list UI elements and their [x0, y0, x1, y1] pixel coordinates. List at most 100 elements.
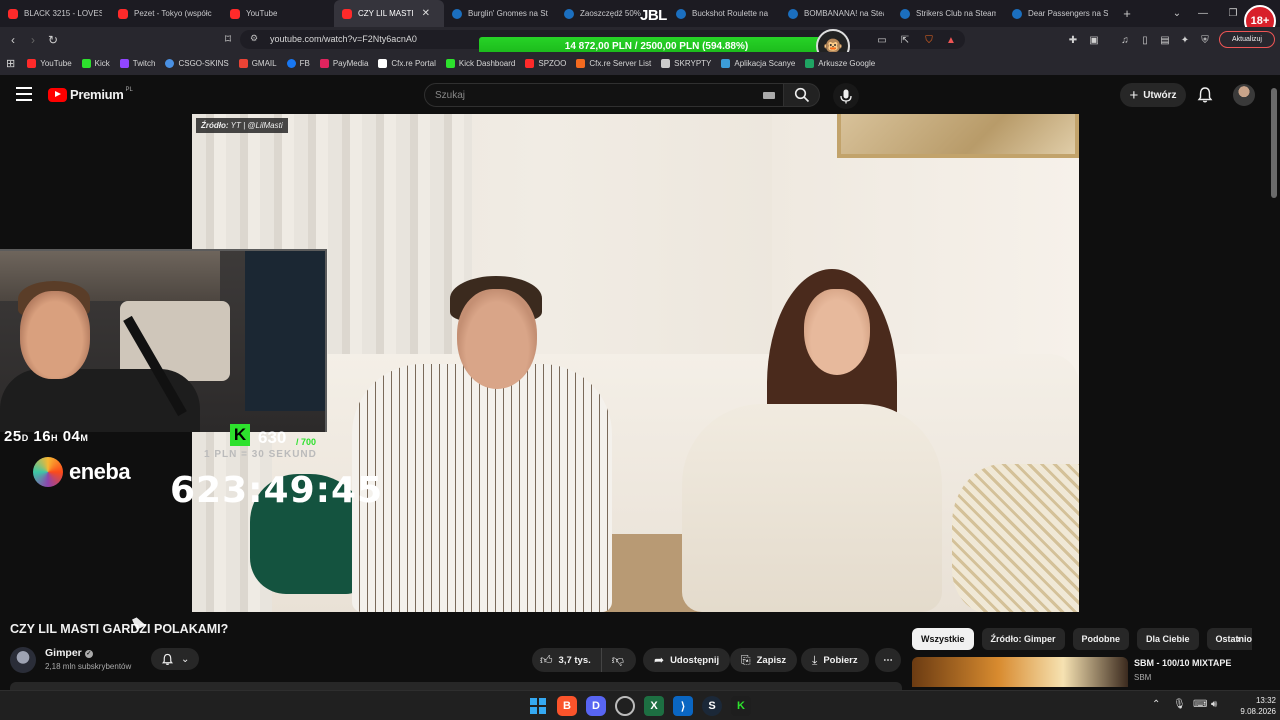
extensions-icon[interactable]: ✚: [1066, 33, 1080, 47]
share-arrow-icon: ➦: [654, 653, 665, 667]
subscription-bell-button[interactable]: ⌄: [151, 648, 199, 670]
create-button[interactable]: + Utwórz: [1120, 83, 1186, 107]
bookmark-youtube[interactable]: YouTube: [27, 59, 72, 68]
screen-capture-icon[interactable]: ▭: [875, 33, 889, 47]
save-button[interactable]: ⎘ Zapisz: [730, 648, 798, 672]
network-icon[interactable]: ⌨: [1193, 699, 1207, 710]
kick-app-icon[interactable]: K: [731, 696, 751, 716]
new-tab-icon[interactable]: +: [1116, 6, 1138, 21]
bookmark-skrypty[interactable]: SKRYPTY: [661, 59, 711, 68]
bookmark-gmail[interactable]: GMAIL: [238, 59, 277, 68]
dislike-button[interactable]: 👎︎: [602, 653, 634, 668]
subscriber-count: 2,18 mln subskrybentów: [45, 662, 132, 671]
back-icon[interactable]: ‹: [3, 30, 23, 50]
bookmark-paymedia[interactable]: PayMedia: [319, 59, 368, 68]
bookmark-kick-dashboard[interactable]: Kick Dashboard: [445, 59, 515, 68]
discord-icon[interactable]: D: [586, 696, 606, 716]
browser-tab[interactable]: BOMBANANA! na Stea: [780, 0, 892, 27]
browser-tab[interactable]: YouTube: [222, 0, 334, 27]
stream-days-timer: 25D 16H 04M: [4, 428, 89, 445]
forward-icon[interactable]: ›: [23, 30, 43, 50]
bookmark-cfx-portal[interactable]: Cfx.re Portal: [378, 59, 436, 68]
youtube-premium-logo[interactable]: Premium PL: [48, 87, 133, 102]
bookmark-kick[interactable]: Kick: [81, 59, 110, 68]
recommended-video-thumbnail[interactable]: [912, 657, 1128, 687]
chip-from-channel[interactable]: Źródło: Gimper: [981, 628, 1065, 650]
bookmark-twitch[interactable]: Twitch: [119, 59, 155, 68]
bell-icon: [161, 653, 173, 665]
taskbar-clock[interactable]: 13:32 9.08.2026: [1232, 695, 1276, 717]
webcam-monitor: [245, 251, 325, 411]
channel-name[interactable]: Gimper ✓: [45, 647, 93, 659]
share-icon[interactable]: ⇱: [898, 33, 912, 47]
wallet-icon[interactable]: ▤: [1158, 33, 1172, 47]
notifications-bell-icon[interactable]: [1196, 86, 1214, 104]
vscode-icon[interactable]: ⟩: [673, 696, 693, 716]
share-button[interactable]: ➦ Udostępnij: [643, 648, 731, 672]
music-icon[interactable]: ♫: [1118, 33, 1132, 47]
account-avatar[interactable]: [1233, 84, 1255, 106]
chip-for-you[interactable]: Dla Ciebie: [1137, 628, 1199, 650]
minimize-icon[interactable]: —: [1188, 0, 1218, 27]
chip-recent[interactable]: Ostatnio: [1206, 628, 1252, 650]
like-button[interactable]: 👍︎ 3,7 tys.: [532, 648, 602, 672]
steam-icon[interactable]: S: [702, 696, 722, 716]
search-button[interactable]: [784, 83, 820, 107]
volume-icon[interactable]: 🔊︎: [1211, 699, 1217, 710]
browser-tab[interactable]: Burglin' Gnomes na St: [444, 0, 556, 27]
channel-avatar[interactable]: [10, 647, 36, 673]
bookmark-scanye[interactable]: Aplikacja Scanye: [721, 59, 795, 68]
streamer-webcam: [0, 249, 327, 432]
leo-ai-icon[interactable]: ✦: [1178, 33, 1192, 47]
twitch-icon: [119, 59, 129, 68]
excel-icon[interactable]: X: [644, 696, 664, 716]
bookmark-google-sheets[interactable]: Arkusze Google: [805, 59, 875, 68]
vpn-icon[interactable]: ⛨: [1198, 33, 1212, 47]
tray-chevron-up-icon[interactable]: ⌃: [1152, 699, 1160, 710]
download-button[interactable]: ⤓ Pobierz: [801, 648, 869, 672]
search-box[interactable]: [424, 83, 784, 107]
microphone-tray-icon[interactable]: 🎙︎: [1173, 699, 1186, 710]
bookmark-csgo-skins[interactable]: CSGO-SKINS: [165, 59, 229, 68]
browser-tab[interactable]: Pezet - Tokyo (współc: [110, 0, 222, 27]
chip-all[interactable]: Wszystkie: [912, 628, 974, 650]
search-input[interactable]: [435, 88, 735, 103]
site-info-icon[interactable]: ⚙: [250, 33, 258, 44]
sidebar-icon[interactable]: ▯: [1138, 33, 1152, 47]
cfx-icon: [576, 59, 586, 68]
url-text[interactable]: youtube.com/watch?v=F2Nty6acnA0: [270, 34, 417, 44]
brave-rewards-icon[interactable]: ▲: [944, 33, 958, 47]
microphone-icon: [840, 89, 852, 103]
apps-grid-icon[interactable]: ⊞: [6, 57, 15, 70]
like-dislike-group: 👍︎ 3,7 tys. 👎︎: [532, 648, 636, 672]
page-scrollbar[interactable]: [1271, 88, 1277, 198]
jbl-overlay-logo: JBL: [640, 7, 667, 24]
bookmark-icon[interactable]: ⌑: [218, 29, 238, 49]
browser-tab[interactable]: Strikers Club na Steam: [892, 0, 1004, 27]
wallet-icon[interactable]: ▣: [1087, 33, 1101, 47]
update-button[interactable]: Aktualizuj: [1219, 31, 1275, 48]
description-box[interactable]: [10, 682, 902, 690]
bookmark-cfx-server-list[interactable]: Cfx.re Server List: [576, 59, 651, 68]
recommended-video-channel[interactable]: SBM: [1134, 673, 1151, 682]
recommended-video-title[interactable]: SBM - 100/10 MIXTAPE: [1134, 658, 1231, 668]
browser-tab-active[interactable]: CZY LIL MASTI ✕: [334, 0, 444, 27]
menu-icon[interactable]: [16, 87, 32, 103]
obs-icon[interactable]: [615, 696, 635, 716]
browser-tab[interactable]: Buckshot Roulette na: [668, 0, 780, 27]
windows-start-icon[interactable]: [528, 696, 548, 716]
chevron-right-icon[interactable]: ›: [1236, 630, 1241, 646]
keyboard-icon[interactable]: [763, 92, 775, 99]
more-actions-button[interactable]: ⋯: [875, 648, 901, 672]
chip-related[interactable]: Podobne: [1072, 628, 1130, 650]
bookmark-fb[interactable]: FB: [286, 59, 310, 68]
reload-icon[interactable]: ↻: [43, 30, 63, 50]
scanye-icon: [721, 59, 731, 68]
brave-browser-icon[interactable]: B: [557, 696, 577, 716]
bookmark-spzoo[interactable]: SPZOO: [525, 59, 566, 68]
browser-tab[interactable]: BLACK 3215 - LOVEST: [0, 0, 110, 27]
close-tab-icon[interactable]: ✕: [422, 8, 430, 19]
brave-shields-icon[interactable]: ⛉: [922, 33, 936, 47]
browser-tab[interactable]: Dear Passengers na St: [1004, 0, 1116, 27]
voice-search-button[interactable]: [833, 83, 859, 109]
